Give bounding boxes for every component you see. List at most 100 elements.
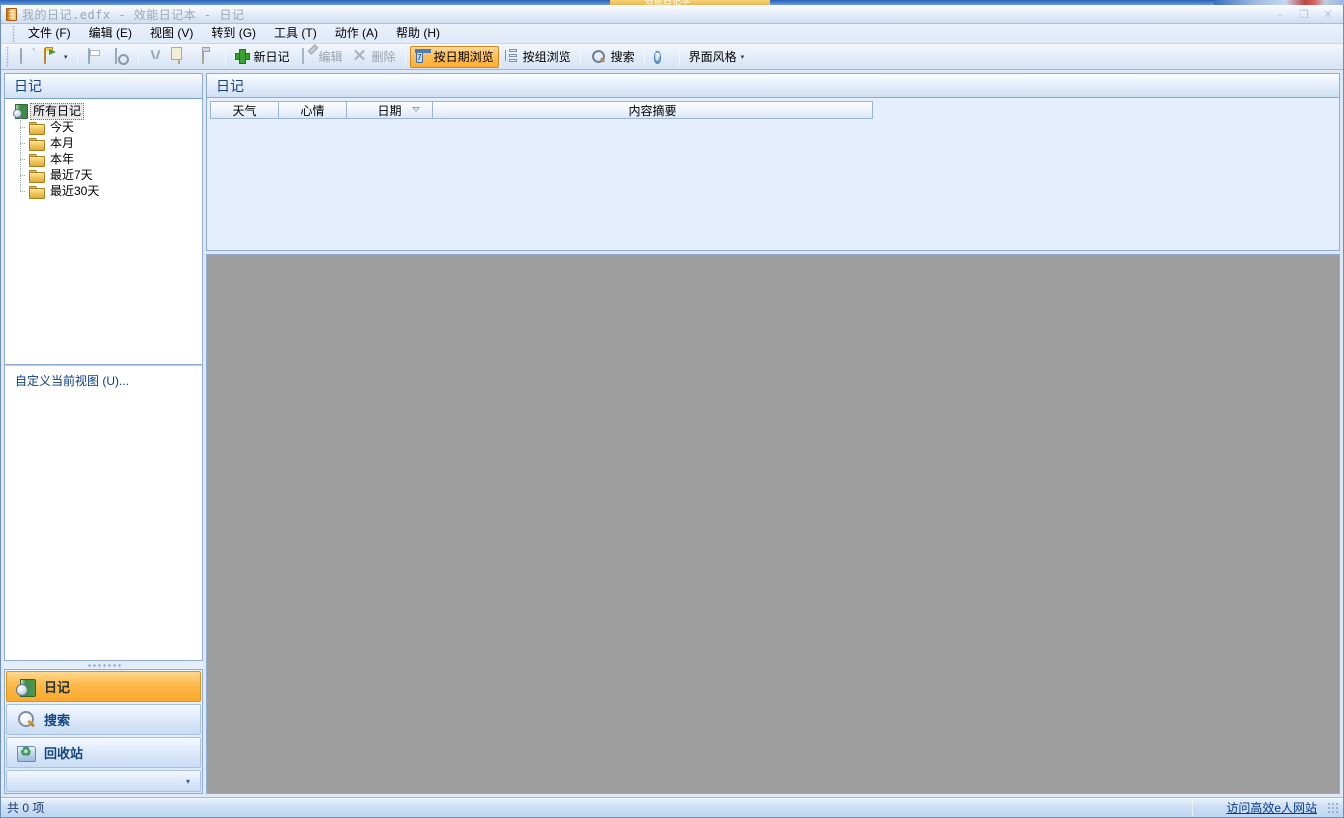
tree-item-label: 本月 <box>50 135 75 150</box>
search-label: 搜索 <box>610 50 635 64</box>
tree-item-today[interactable]: 今天 <box>9 118 200 135</box>
copy-icon <box>174 47 190 65</box>
tree-item-this-month[interactable]: 本月 <box>9 134 200 151</box>
edit-button[interactable]: 编辑 <box>295 46 348 68</box>
menu-actions[interactable]: 动作 (A) <box>326 25 387 43</box>
column-header-mood[interactable]: 心情 <box>278 101 346 119</box>
skin-dropdown-arrow[interactable]: ▾ <box>741 53 745 61</box>
edit-label: 编辑 <box>318 50 343 64</box>
new-diary-button[interactable]: 新日记 <box>230 46 295 68</box>
cut-button[interactable] <box>143 46 169 68</box>
sort-descending-icon <box>412 107 420 112</box>
tree-item-label: 最近30天 <box>50 183 100 198</box>
new-file-icon <box>18 47 34 65</box>
maximize-button[interactable]: ❐ <box>1293 7 1315 21</box>
open-dropdown-arrow[interactable]: ▾ <box>64 53 68 61</box>
menu-file[interactable]: 文件 (F) <box>19 25 80 43</box>
main-body: 日记 所有日记 今天 本月 本年 最近7天 最近30天 自定义当前视图 (U).… <box>1 70 1343 797</box>
column-header-row: 天气 心情 日期 内容摘要 <box>210 101 1339 119</box>
tree-item-last-30-days[interactable]: 最近30天 <box>9 182 200 199</box>
help-icon: ? <box>653 50 662 64</box>
print-button[interactable] <box>82 46 108 68</box>
toolbar-separator <box>643 47 645 66</box>
delete-button[interactable]: 删除 <box>348 46 401 68</box>
delete-label: 删除 <box>371 50 396 64</box>
menu-help[interactable]: 帮助 (H) <box>387 25 449 43</box>
print-preview-icon <box>113 47 129 65</box>
column-header-label: 心情 <box>300 103 325 118</box>
toolbar-separator <box>678 47 680 66</box>
item-count-label: 共 0 项 <box>7 801 45 815</box>
book-clock-icon <box>16 678 36 697</box>
menubar: 文件 (F) 编辑 (E) 视图 (V) 转到 (G) 工具 (T) 动作 (A… <box>1 24 1343 44</box>
nav-button-recycle-bin[interactable]: 回收站 <box>6 737 201 768</box>
calendar-icon: 7 <box>415 51 423 63</box>
menu-goto[interactable]: 转到 (G) <box>202 25 265 43</box>
browse-by-group-label: 按组浏览 <box>522 50 571 64</box>
website-link[interactable]: 访问高效e人网站 <box>1226 799 1317 816</box>
column-header-label: 日期 <box>377 103 402 118</box>
search-button[interactable]: 搜索 <box>585 46 640 68</box>
tree-item-label: 今天 <box>50 119 75 134</box>
skin-style-button[interactable]: 界面风格 ▾ <box>684 46 750 68</box>
tree-item-last-7-days[interactable]: 最近7天 <box>9 166 200 183</box>
nav-button-search[interactable]: 搜索 <box>6 704 201 735</box>
browse-by-date-label: 按日期浏览 <box>433 50 494 64</box>
left-pane: 日记 所有日记 今天 本月 本年 最近7天 最近30天 自定义当前视图 (U).… <box>4 73 203 794</box>
minimize-button[interactable]: – <box>1269 7 1291 21</box>
column-header-summary[interactable]: 内容摘要 <box>432 101 873 119</box>
sidebar-tree-box: 所有日记 今天 本月 本年 最近7天 最近30天 <box>4 99 203 365</box>
diary-list-body[interactable] <box>207 119 1339 250</box>
tree-item-this-year[interactable]: 本年 <box>9 150 200 167</box>
toolbar-separator <box>224 47 226 66</box>
menubar-grip[interactable] <box>10 25 17 42</box>
menu-tools[interactable]: 工具 (T) <box>265 25 326 43</box>
nav-expand-row[interactable]: ▾ <box>6 770 201 792</box>
folder-icon <box>29 153 45 167</box>
new-diary-label: 新日记 <box>253 50 290 64</box>
customize-current-view-link[interactable]: 自定义当前视图 (U)... <box>15 374 129 388</box>
browse-by-group-button[interactable]: 按组浏览 <box>499 46 576 68</box>
resize-grip[interactable] <box>1327 802 1340 815</box>
menu-edit[interactable]: 编辑 (E) <box>80 25 141 43</box>
paste-icon <box>200 47 216 65</box>
skin-style-label: 界面风格 <box>688 50 737 64</box>
sidebar-header: 日记 <box>4 73 203 99</box>
paste-button[interactable] <box>195 46 221 68</box>
open-folder-icon <box>44 47 60 65</box>
nav-button-label: 回收站 <box>44 746 84 761</box>
search-icon <box>591 49 607 64</box>
browse-by-date-button[interactable]: 7 按日期浏览 <box>409 45 499 68</box>
folder-icon <box>29 121 45 135</box>
menu-view[interactable]: 视图 (V) <box>141 25 202 43</box>
open-file-button[interactable]: ▾ <box>39 46 73 68</box>
tree-lower-fill <box>4 395 203 661</box>
tree-item-all-diaries[interactable]: 所有日记 <box>9 102 200 120</box>
column-header-weather[interactable]: 天气 <box>210 101 278 119</box>
folder-icon <box>29 137 45 151</box>
column-header-label: 天气 <box>232 103 257 118</box>
column-header-label: 内容摘要 <box>628 103 677 118</box>
column-header-date[interactable]: 日期 <box>346 101 432 119</box>
window-controls: – ❐ ✕ <box>1269 7 1339 21</box>
copy-button[interactable] <box>169 46 195 68</box>
list-header: 日记 <box>207 74 1339 98</box>
nav-button-diary[interactable]: 日记 <box>6 671 201 702</box>
print-preview-button[interactable] <box>108 46 134 68</box>
help-button[interactable]: ? <box>649 46 675 68</box>
application-window: 我的日记.edfx - 效能日记本 - 日记 – ❐ ✕ 文件 (F) 编辑 (… <box>0 5 1344 818</box>
chevron-down-icon[interactable]: ▾ <box>186 777 190 786</box>
printer-icon <box>87 47 103 65</box>
pane-splitter[interactable] <box>4 661 203 669</box>
tree-item-label: 最近7天 <box>50 167 93 182</box>
toolbar-grip[interactable] <box>4 46 11 67</box>
nav-button-label: 搜索 <box>44 713 71 728</box>
toolbar-separator <box>76 47 78 66</box>
close-button[interactable]: ✕ <box>1317 7 1339 21</box>
diary-detail-region[interactable] <box>206 254 1340 794</box>
new-file-button[interactable] <box>13 46 39 68</box>
recycle-bin-icon <box>16 744 36 762</box>
toolbar-separator <box>579 47 581 66</box>
window-title: 我的日记.edfx - 效能日记本 - 日记 <box>22 7 245 22</box>
nav-button-label: 日记 <box>44 680 71 695</box>
